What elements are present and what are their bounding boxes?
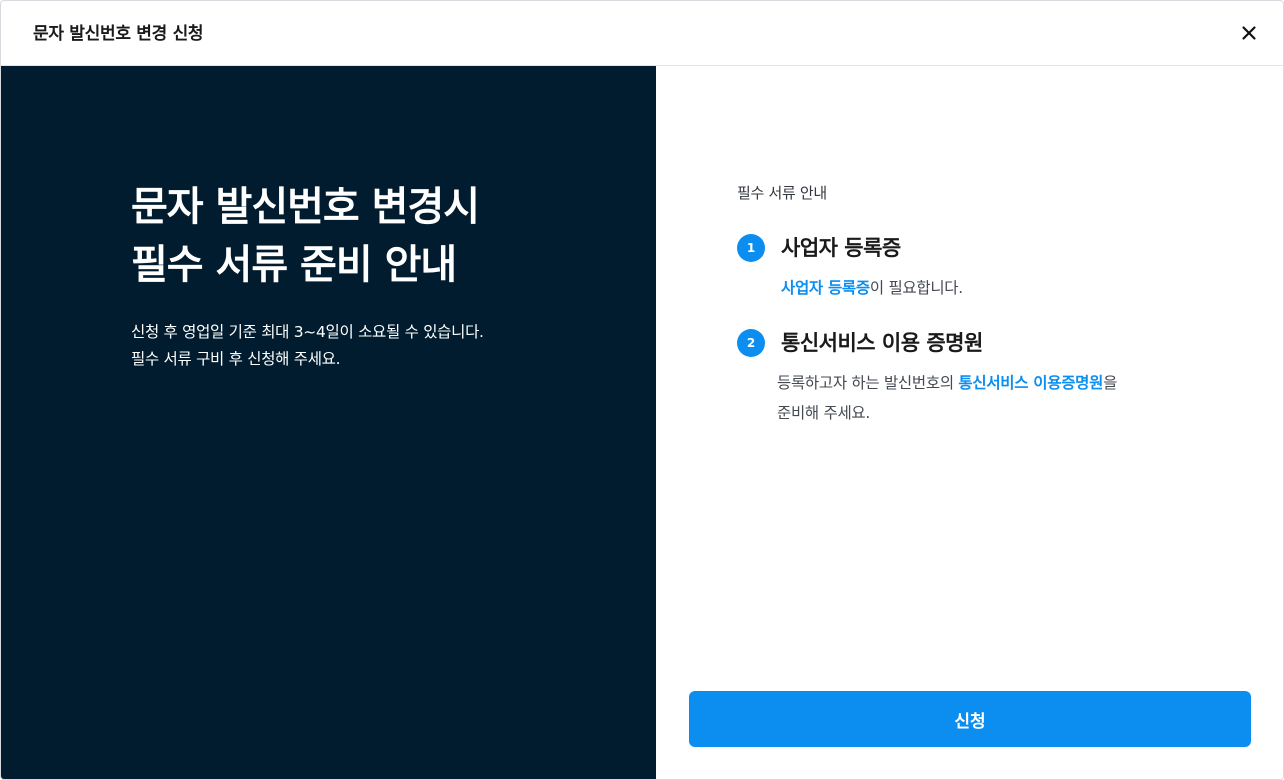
hero-panel: 문자 발신번호 변경시 필수 서류 준비 안내 신청 후 영업일 기준 최대 3… [1,66,656,779]
hero-description-line: 필수 서류 구비 후 신청해 주세요. [131,350,341,368]
step-description: 등록하고자 하는 발신번호의 통신서비스 이용증명원을준비해 주세요. [777,368,1117,428]
hero-description-line: 신청 후 영업일 기준 최대 3~4일이 소요될 수 있습니다. [131,323,484,341]
guide-panel: 필수 서류 안내 1 사업자 등록증 사업자 등록증이 필요합니다. 2 통신서… [656,66,1283,779]
step-title: 통신서비스 이용 증명원 [781,331,983,355]
step-description: 사업자 등록증이 필요합니다. [781,273,963,303]
submit-button[interactable]: 신청 [689,691,1251,747]
dialog-header: 문자 발신번호 변경 신청 [1,1,1283,66]
hero-title-line: 필수 서류 준비 안내 [131,242,457,288]
step-highlight: 통신서비스 이용증명원 [958,374,1104,392]
guide-step-business-registration: 1 사업자 등록증 사업자 등록증이 필요합니다. [737,233,963,303]
step-description-text: 등록하고자 하는 발신번호의 [777,374,959,392]
step-number-badge: 1 [737,234,765,262]
step-highlight: 사업자 등록증 [781,279,870,297]
guide-step-telecom-certificate: 2 통신서비스 이용 증명원 등록하고자 하는 발신번호의 통신서비스 이용증명… [737,328,1117,428]
step-description-text: 이 필요합니다. [869,279,963,297]
step-header: 2 통신서비스 이용 증명원 [737,328,1117,358]
step-description-text: 준비해 주세요. [777,404,871,422]
step-header: 1 사업자 등록증 [737,233,963,263]
section-label: 필수 서류 안내 [737,184,827,202]
step-number-badge: 2 [737,329,765,357]
step-description-text: 을 [1103,374,1118,392]
close-button[interactable] [1237,21,1261,45]
hero-title: 문자 발신번호 변경시 필수 서류 준비 안내 [131,178,480,294]
dialog-title: 문자 발신번호 변경 신청 [33,24,204,44]
hero-description: 신청 후 영업일 기준 최대 3~4일이 소요될 수 있습니다. 필수 서류 구… [131,319,484,373]
step-title: 사업자 등록증 [781,236,901,260]
close-icon [1242,26,1256,40]
dialog: 문자 발신번호 변경 신청 문자 발신번호 변경시 필수 서류 준비 안내 신청… [0,0,1284,780]
hero-title-line: 문자 발신번호 변경시 [131,184,480,230]
